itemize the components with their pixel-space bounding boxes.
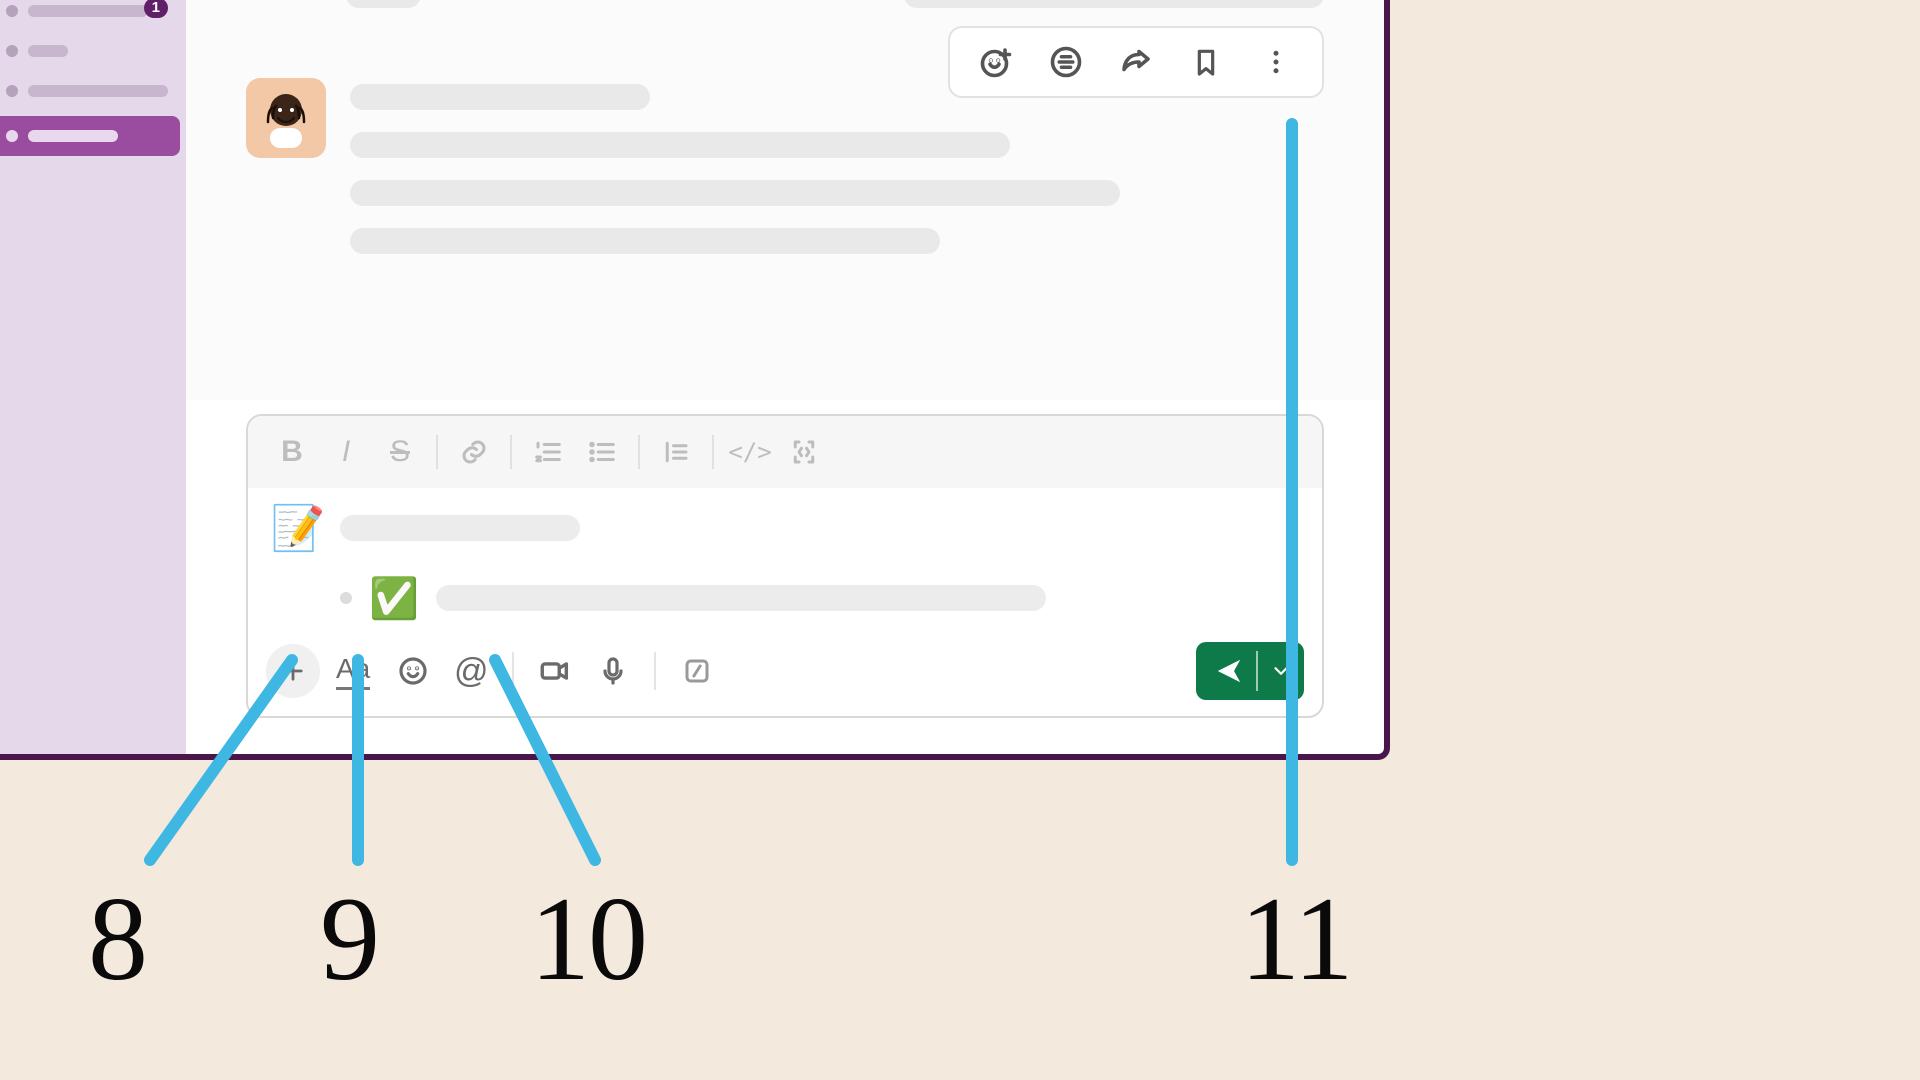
send-icon [1214, 656, 1244, 686]
sidebar-item[interactable]: 1 [0, 0, 186, 26]
formatting-toolbar: B I S </> [248, 416, 1322, 488]
compose-text-line [340, 515, 580, 541]
message-text-line [350, 84, 650, 110]
message-text-line [346, 0, 421, 8]
memo-emoji-icon: 📝 [272, 502, 324, 554]
toggle-formatting-button[interactable]: Aa [336, 653, 370, 690]
check-emoji-icon: ✅ [368, 572, 420, 624]
sidebar-item[interactable] [0, 76, 186, 106]
hash-icon [6, 130, 18, 142]
code-button[interactable]: </> [726, 428, 774, 476]
bullet-icon [340, 592, 352, 604]
italic-button[interactable]: I [322, 428, 370, 476]
message-text-line [904, 0, 1324, 8]
bold-button[interactable]: B [268, 428, 316, 476]
link-button[interactable] [450, 428, 498, 476]
ordered-list-button[interactable] [524, 428, 572, 476]
hash-icon [6, 85, 18, 97]
record-video-button[interactable] [528, 644, 582, 698]
send-button[interactable] [1196, 642, 1304, 700]
chevron-down-icon[interactable] [1270, 660, 1292, 682]
compose-bottom-toolbar: Aa @ [248, 634, 1322, 716]
share-icon[interactable] [1116, 42, 1156, 82]
record-audio-button[interactable] [586, 644, 640, 698]
message-text-line [350, 180, 1120, 206]
message-hover-actions [948, 26, 1324, 98]
message-composer: B I S </> [246, 414, 1324, 718]
sidebar-item-label [28, 130, 118, 142]
callout-number-8: 8 [88, 870, 146, 1008]
app-window: 1 [0, 0, 1390, 760]
callout-number-9: 9 [320, 870, 378, 1008]
reply-thread-icon[interactable] [1046, 42, 1086, 82]
sidebar-item-label [28, 85, 168, 97]
blockquote-button[interactable] [652, 428, 700, 476]
message [246, 78, 1324, 254]
compose-text-area[interactable]: 📝 ✅ [248, 488, 1322, 634]
hash-icon [6, 45, 18, 57]
conversation-pane: B I S </> [186, 0, 1384, 754]
channel-sidebar: 1 [0, 0, 186, 754]
sidebar-item-label [28, 5, 148, 17]
sidebar-item-label [28, 45, 68, 57]
sidebar-item[interactable] [0, 36, 186, 66]
callout-number-10: 10 [530, 870, 646, 1008]
bookmark-icon[interactable] [1186, 42, 1226, 82]
more-actions-icon[interactable] [1256, 42, 1296, 82]
emoji-button[interactable] [386, 644, 440, 698]
strikethrough-button[interactable]: S [376, 428, 424, 476]
attach-button[interactable] [266, 644, 320, 698]
compose-text-line [436, 585, 1046, 611]
mention-button[interactable]: @ [444, 644, 498, 698]
message-text-line [350, 228, 940, 254]
slash-shortcuts-button[interactable] [670, 644, 724, 698]
code-block-button[interactable] [780, 428, 828, 476]
add-reaction-icon[interactable] [976, 42, 1016, 82]
message-text-line [350, 132, 1010, 158]
message-list [186, 0, 1384, 400]
avatar[interactable] [246, 78, 326, 158]
hash-icon [6, 5, 18, 17]
bullet-list-button[interactable] [578, 428, 626, 476]
sidebar-item-selected[interactable] [0, 116, 180, 156]
callout-number-11: 11 [1240, 870, 1352, 1008]
unread-badge: 1 [144, 0, 168, 18]
message [346, 0, 1324, 8]
